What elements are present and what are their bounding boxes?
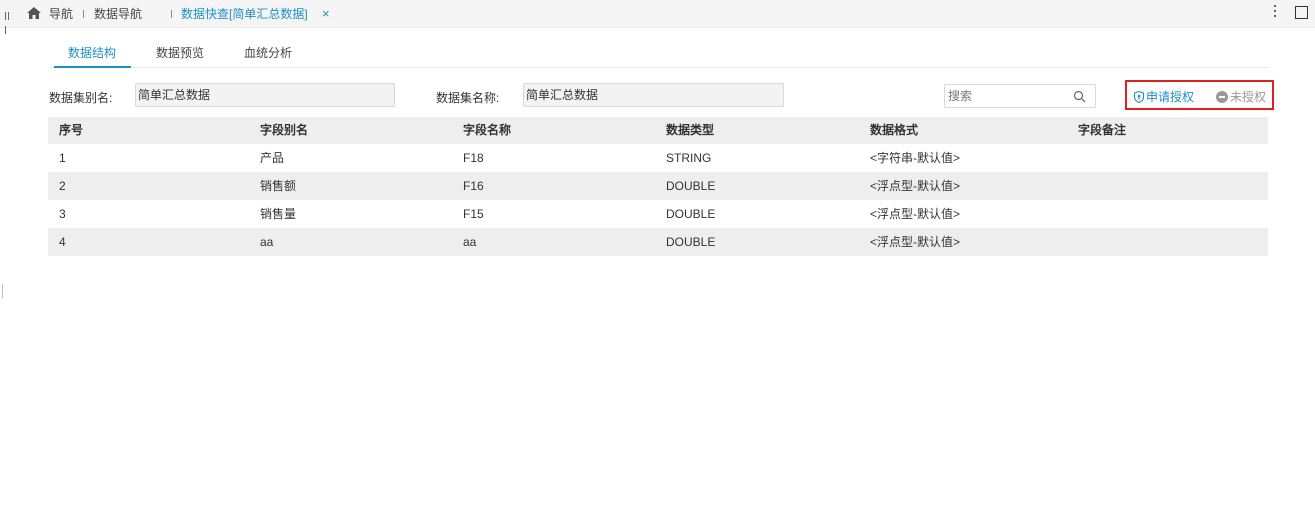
column-header-index[interactable]: 序号 [59,117,83,144]
cell-data-format: <字符串-默认值> [870,151,961,165]
drag-grip-icon[interactable] [5,9,13,34]
table-header: 序号 字段别名 字段名称 数据类型 数据格式 字段备注 [48,117,1268,144]
tab-close-icon[interactable]: × [322,7,330,21]
cell-field-alias: aa [260,235,274,249]
cell-field-alias: 产品 [260,151,285,165]
active-tab-indicator [54,66,131,68]
column-header-field-name[interactable]: 字段名称 [463,117,511,144]
more-options-icon[interactable] [1272,5,1278,21]
search-input[interactable] [948,88,1068,104]
tab-data-structure[interactable]: 数据结构 [68,44,116,61]
cell-field-alias: 销售量 [260,207,297,221]
tab-data-quick-query[interactable]: 数据快查[简单汇总数据] [181,7,308,21]
table-row[interactable]: 1 产品 F18 STRING <字符串-默认值> [48,144,1268,172]
cell-index: 3 [59,207,66,221]
table-row[interactable]: 4 aa aa DOUBLE <浮点型-默认值> [48,228,1268,256]
cell-data-format: <浮点型-默认值> [870,207,961,221]
shield-icon [1134,91,1144,103]
cell-index: 2 [59,179,66,193]
maximize-icon[interactable] [1295,6,1308,19]
tab-separator [83,10,84,18]
search-box [944,84,1096,108]
field-table: 序号 字段别名 字段名称 数据类型 数据格式 字段备注 1 产品 F18 STR… [48,117,1268,256]
unauthorized-status: 未授权 [1216,88,1266,105]
table-row[interactable]: 2 销售额 F16 DOUBLE <浮点型-默认值> [48,172,1268,200]
cell-field-name: aa [463,235,477,249]
cell-data-type: DOUBLE [666,207,716,221]
authorization-panel: 申请授权 未授权 [1125,80,1274,110]
cell-index: 4 [59,235,66,249]
apply-authorization-label: 申请授权 [1146,90,1195,104]
home-icon[interactable] [26,6,42,20]
cell-field-name: F16 [463,179,484,193]
sub-tab-bar: 数据结构 数据预览 血统分析 [50,38,1268,68]
dataset-alias-field[interactable]: 简单汇总数据 [135,83,395,107]
apply-authorization-button[interactable]: 申请授权 [1134,88,1194,105]
tab-data-navigation[interactable]: 数据导航 [94,7,142,21]
cell-data-type: DOUBLE [666,179,716,193]
cell-index: 1 [59,151,66,165]
dataset-alias-label: 数据集别名: [49,91,113,105]
cell-field-alias: 销售额 [260,179,297,193]
column-header-field-remark[interactable]: 字段备注 [1078,117,1126,144]
cell-field-name: F15 [463,207,484,221]
resize-handle[interactable] [2,284,3,298]
table-row[interactable]: 3 销售量 F15 DOUBLE <浮点型-默认值> [48,200,1268,228]
tab-separator [171,10,172,18]
tab-data-preview[interactable]: 数据预览 [156,44,204,61]
cell-data-format: <浮点型-默认值> [870,179,961,193]
minus-circle-icon [1216,91,1228,103]
cell-field-name: F18 [463,151,484,165]
unauthorized-label: 未授权 [1230,90,1267,104]
dataset-name-field[interactable]: 简单汇总数据 [523,83,784,107]
tab-nav[interactable]: 导航 [49,7,73,21]
cell-data-type: STRING [666,151,712,165]
cell-data-type: DOUBLE [666,235,716,249]
dataset-name-label: 数据集名称: [436,91,500,105]
cell-data-format: <浮点型-默认值> [870,235,961,249]
column-header-data-type[interactable]: 数据类型 [666,117,714,144]
search-icon[interactable] [1073,90,1086,103]
tab-lineage-analysis[interactable]: 血统分析 [244,44,292,61]
column-header-data-format[interactable]: 数据格式 [870,117,918,144]
column-header-field-alias[interactable]: 字段别名 [260,117,308,144]
top-tab-bar: 导航 数据导航 数据快查[简单汇总数据] × [0,0,1315,34]
